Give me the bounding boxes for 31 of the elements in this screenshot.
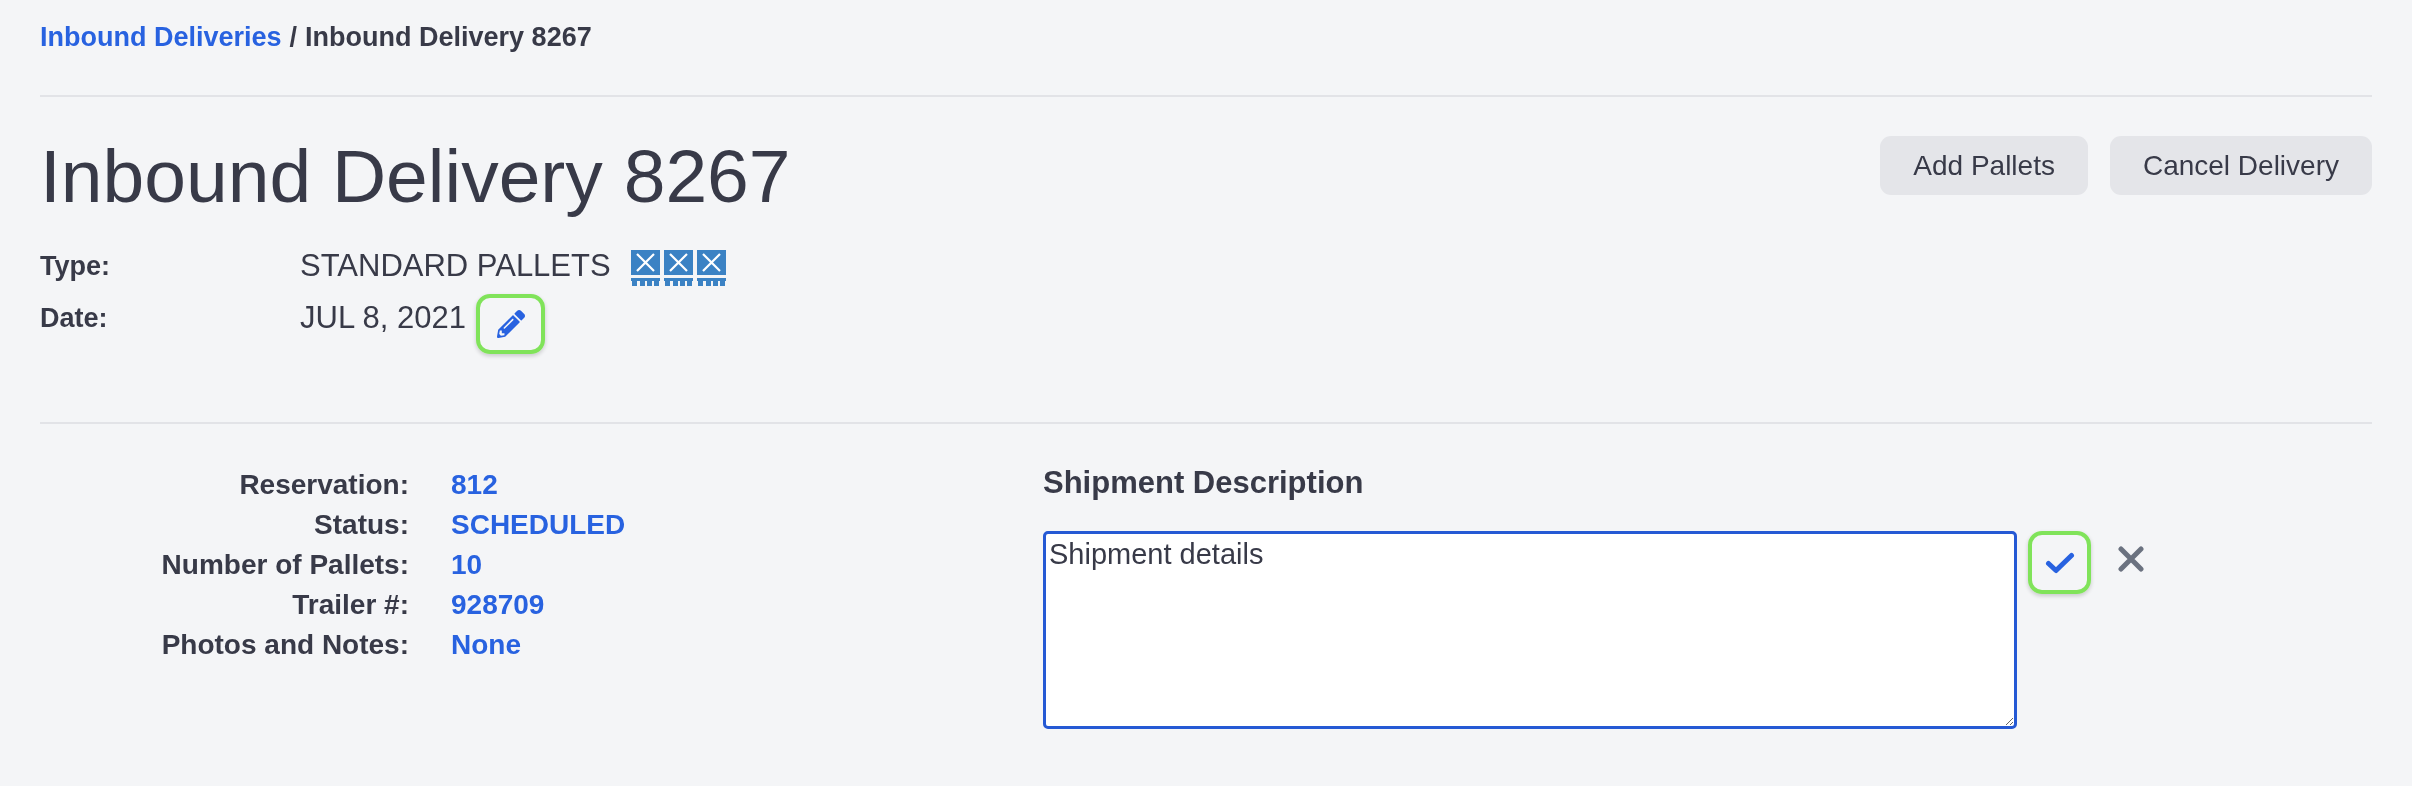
checkmark-icon [2044,551,2075,574]
close-button[interactable] [2118,546,2144,572]
action-button[interactable]: Cancel Delivery [2109,136,2372,195]
field-value: STANDARD PALLETS [300,247,611,285]
detail-value: SCHEDULED [451,508,626,542]
detail-label: Status: [314,508,409,542]
page-title: Inbound Delivery 8267 [40,133,791,220]
section-heading: Shipment Description [1043,465,1364,501]
breadcrumb-link[interactable]: Inbound Deliveries [40,21,282,53]
detail-label: Number of Pallets: [161,548,409,582]
detail-label: Reservation: [239,468,409,502]
pencil-icon [496,310,525,338]
action-button[interactable]: Add Pallets [1880,136,2088,195]
detail-label: Trailer #: [292,588,409,622]
breadcrumb-separator: / [289,21,298,53]
detail-label: Photos and Notes: [161,628,409,662]
field-label: Type: [40,250,111,283]
close-icon [2118,546,2144,572]
crate-on-pallet-icon [663,250,693,287]
field-value: JUL 8, 2021 [300,299,467,337]
crate-on-pallet-icon [696,250,726,287]
breadcrumb-current: Inbound Delivery 8267 [305,21,592,53]
detail-value: 812 [451,468,498,502]
detail-value: None [451,628,521,662]
detail-value: 10 [451,548,483,582]
crate-on-pallet-icon [630,250,660,287]
save-button[interactable] [2028,531,2091,594]
detail-value: 928709 [451,588,545,622]
field-label: Date: [40,302,109,335]
description-field[interactable]: Shipment details [1043,531,2017,729]
edit-button[interactable] [476,294,546,354]
